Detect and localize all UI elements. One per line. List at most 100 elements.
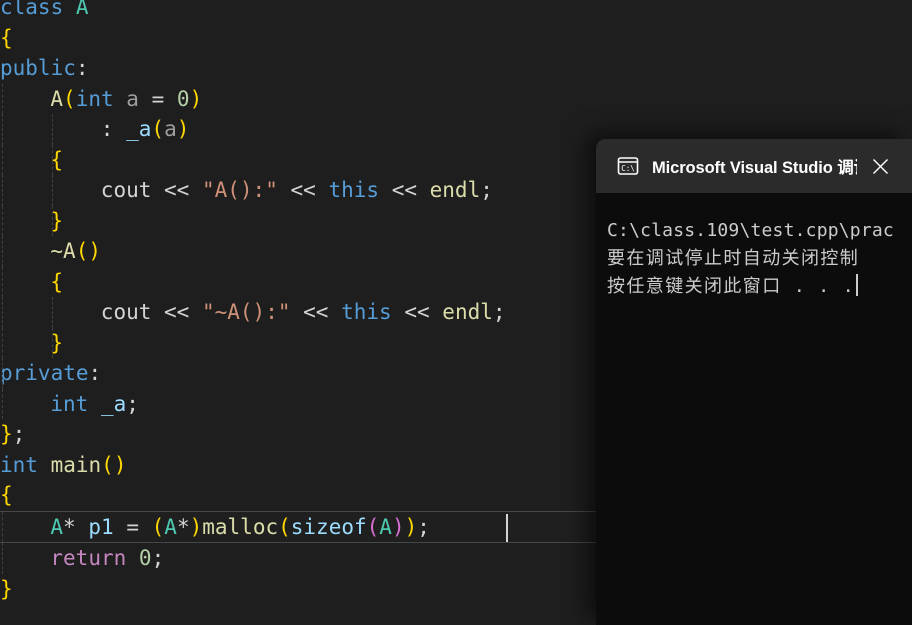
code-token: ( <box>366 514 380 539</box>
code-token: ( <box>63 86 76 111</box>
code-token: this <box>328 178 380 202</box>
indent-guide <box>2 543 3 574</box>
code-line-text: public: <box>0 53 89 84</box>
code-token: int <box>0 452 38 477</box>
code-line-text: : _a(a) <box>0 114 190 145</box>
console-titlebar[interactable]: C:\ Microsoft Visual Studio 调试控 <box>596 139 912 193</box>
indent-guide <box>52 114 54 145</box>
code-token: malloc <box>202 514 279 539</box>
code-line[interactable]: A(int a = 0) <box>0 83 912 115</box>
code-token: ) <box>391 514 405 539</box>
indent-guide <box>2 297 3 328</box>
code-token: = <box>126 514 139 539</box>
code-token: int <box>50 391 89 416</box>
code-token: ; <box>12 422 26 446</box>
code-token: << <box>391 178 417 202</box>
code-token: } <box>0 576 13 601</box>
code-line-text: cout << "~A():" << this << endl; <box>0 297 506 328</box>
code-token: sizeof <box>290 514 367 539</box>
code-token: ( <box>101 452 114 477</box>
code-line-text: A* p1 = (A*)malloc(sizeof(A)); <box>0 512 430 543</box>
code-line-text: return 0; <box>0 543 164 574</box>
code-token: * <box>176 514 190 539</box>
code-token: ; <box>492 300 506 324</box>
code-token: ( <box>151 514 165 539</box>
code-token: endl <box>429 178 481 202</box>
code-token: A <box>379 514 392 539</box>
code-token: class <box>0 0 64 19</box>
close-button[interactable] <box>864 139 896 193</box>
code-line-text: ~A() <box>0 236 101 267</box>
code-token: : <box>88 361 102 385</box>
indent-guide <box>52 297 54 328</box>
console-line: C:\class.109\test.cpp\prac <box>596 217 912 245</box>
code-token: ) <box>189 86 203 111</box>
code-token: * <box>63 514 76 539</box>
code-token: _a <box>100 391 127 416</box>
indent-guide <box>2 327 3 358</box>
code-token: ) <box>189 514 203 539</box>
code-line[interactable]: { <box>0 23 912 54</box>
code-line[interactable]: public: <box>0 53 912 84</box>
code-token: = <box>151 86 165 111</box>
code-token: { <box>0 25 13 50</box>
code-token: 0 <box>176 86 190 111</box>
code-token: ; <box>151 546 165 570</box>
svg-text:C:\: C:\ <box>621 164 635 173</box>
code-line[interactable]: class A <box>0 0 912 23</box>
code-token: _a <box>126 117 152 141</box>
code-token: ( <box>151 117 165 141</box>
code-token: } <box>0 422 13 446</box>
code-line-text: A(int a = 0) <box>0 84 202 115</box>
console-caret <box>856 274 859 296</box>
indent-guide <box>2 175 3 206</box>
code-token: : <box>75 56 89 80</box>
code-token: main <box>50 452 102 477</box>
code-token: "~A():" <box>201 300 291 324</box>
code-line-text: class A <box>0 0 89 23</box>
code-line-text: cout << "A():" << this << endl; <box>0 175 493 206</box>
console-line-text: 按任意键关闭此窗口 . . . <box>607 276 856 297</box>
console-line: 按任意键关闭此窗口 . . . <box>596 273 912 301</box>
code-line-text: } <box>0 206 63 237</box>
code-token: ( <box>75 239 89 263</box>
code-token: A <box>50 514 64 539</box>
indent-guide <box>2 236 3 267</box>
indent-guide <box>52 327 54 358</box>
indent-guide <box>52 175 54 206</box>
debug-console-window[interactable]: C:\ Microsoft Visual Studio 调试控 C:\class… <box>596 139 912 625</box>
code-line-text: } <box>0 574 13 605</box>
code-line-text: }; <box>0 419 25 450</box>
code-token: << <box>290 178 316 202</box>
code-line-text: private: <box>0 358 101 389</box>
code-line-text: { <box>0 267 63 298</box>
code-token: a <box>164 117 177 141</box>
close-icon <box>872 158 888 174</box>
indent-guide <box>2 114 3 145</box>
indent-guide <box>2 266 3 297</box>
code-token: ) <box>404 514 418 539</box>
console-output-area[interactable]: C:\class.109\test.cpp\prac 要在调试停止时自动关闭控制按… <box>596 193 912 625</box>
code-token: A <box>75 0 89 19</box>
code-line-text: int _a; <box>0 389 139 420</box>
code-token: ; <box>417 514 430 539</box>
code-token: : <box>100 117 114 141</box>
indent-guide <box>52 205 54 236</box>
